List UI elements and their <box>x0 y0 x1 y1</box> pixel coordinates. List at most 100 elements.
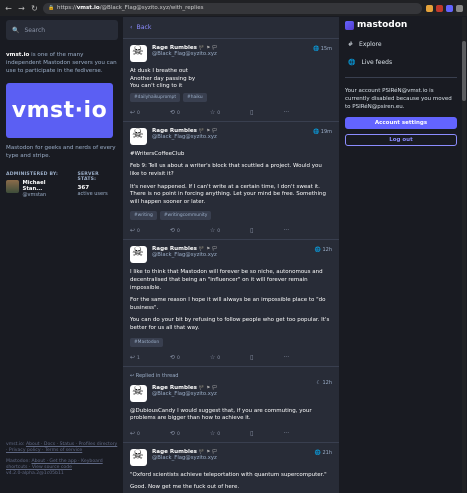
replied-in-thread[interactable]: ↩ Replied in thread <box>123 367 339 379</box>
more-icon[interactable]: ··· <box>283 354 289 361</box>
divider <box>345 77 457 78</box>
author-name[interactable]: Rage Rumbles <box>152 128 197 134</box>
search-input[interactable]: 🔍 Search <box>6 20 118 40</box>
admin-handle[interactable]: @vmstan <box>23 192 66 198</box>
author-avatar[interactable] <box>130 246 147 264</box>
status-post[interactable]: Rage Rumbles🏴 ⚑ 🏳 @Black_Flag@syzito.xyz… <box>123 379 339 443</box>
moon-icon: ☾ <box>316 379 321 386</box>
right-sidebar: mastodon # Explore 🌐 Live feeds Your acc… <box>345 17 457 493</box>
server-banner: vmst·io <box>6 83 113 138</box>
mastodon-logo[interactable]: mastodon <box>345 20 457 30</box>
status-post[interactable]: Rage Rumbles🏴 ⚑ 🏳 @Black_Flag@syzito.xyz… <box>123 122 339 241</box>
boost-button[interactable]: ⟲ 0 <box>170 354 180 361</box>
lock-icon: 🔒 <box>48 4 55 11</box>
hashtag[interactable]: #dailyhaikuprompt <box>130 92 181 102</box>
favourite-count: 0 <box>217 431 221 437</box>
favourite-button[interactable]: ☆ 0 <box>210 109 220 116</box>
admin-avatar[interactable] <box>6 180 19 193</box>
more-icon[interactable]: ··· <box>283 109 289 116</box>
url-prefix: https:// <box>57 4 77 11</box>
hashtag[interactable]: #haiku <box>183 92 207 102</box>
author-avatar[interactable] <box>130 384 147 402</box>
hashtag[interactable]: #writingcommunity <box>159 211 212 221</box>
favourite-count: 0 <box>217 229 221 235</box>
account-settings-button[interactable]: Account settings <box>345 117 457 130</box>
nav-explore[interactable]: # Explore <box>345 41 457 48</box>
extension-icon[interactable] <box>436 4 443 12</box>
reply-button[interactable]: ↩ 0 <box>130 109 140 116</box>
author-handle[interactable]: @Black_Flag@syzito.xyz <box>152 51 217 57</box>
author-handle[interactable]: @Black_Flag@syzito.xyz <box>152 455 217 461</box>
left-sidebar: 🔍 Search vmst.io is one of the many inde… <box>6 17 118 493</box>
hashtag[interactable]: #writing <box>130 211 157 221</box>
post-time[interactable]: 12h <box>322 380 332 386</box>
browser-toolbar: ← → ↻ 🔒 https://vmst.io/@Black_Flag@syzi… <box>0 0 467 16</box>
author-avatar[interactable] <box>130 448 147 466</box>
bookmark-icon[interactable]: ▯ <box>250 354 253 361</box>
post-paragraph: "Oxford scientists achieve teleportation… <box>130 471 327 478</box>
scrollbar-thumb[interactable] <box>462 41 466 101</box>
back-arrow-icon[interactable]: ← <box>4 4 13 13</box>
bot-badge-icon: 🏴 ⚑ 🏳 <box>199 385 218 391</box>
nav-live-feeds[interactable]: 🌐 Live feeds <box>345 59 457 66</box>
post-line: Another day passing by <box>130 75 196 82</box>
boost-count: 0 <box>176 355 180 361</box>
extension-icon[interactable] <box>446 4 453 12</box>
author-handle[interactable]: @Black_Flag@syzito.xyz <box>152 252 217 258</box>
post-paragraph: Good. Now get me the fuck out of here. <box>130 484 240 491</box>
boost-button[interactable]: ⟲ 0 <box>170 430 180 437</box>
post-time[interactable]: 15m <box>321 46 332 52</box>
server-about: vmst.io is one of the many independent M… <box>6 51 118 75</box>
post-content: At dusk I breathe out Another day passin… <box>130 68 332 91</box>
status-post[interactable]: Rage Rumbles🏴 ⚑ 🏳 @Black_Flag@syzito.xyz… <box>123 443 339 493</box>
stats-block: SERVER STATS: 367 active users <box>77 172 118 198</box>
footer-version: v4.2.0-alpha.2@1c05b11 <box>6 471 64 477</box>
author-name[interactable]: Rage Rumbles <box>152 385 197 391</box>
more-icon[interactable]: ··· <box>283 430 289 437</box>
address-bar[interactable]: 🔒 https://vmst.io/@Black_Flag@syzito.xyz… <box>43 2 422 14</box>
profile-timeline: ‹ Back Rage Rumbles🏴 ⚑ 🏳 @Black_Flag@syz… <box>123 17 339 493</box>
bookmark-icon[interactable]: ▯ <box>250 430 253 437</box>
boost-button[interactable]: ⟲ 0 <box>170 227 180 234</box>
post-paragraph: @DubiousCandy I would suggest that, if y… <box>130 407 312 422</box>
reload-icon[interactable]: ↻ <box>30 4 39 13</box>
more-icon[interactable]: ··· <box>283 227 289 234</box>
reply-button[interactable]: ↩ 0 <box>130 430 140 437</box>
bot-badge-icon: 🏴 ⚑ 🏳 <box>199 449 218 455</box>
bookmark-icon[interactable]: ▯ <box>250 109 253 116</box>
post-paragraph: It's never happened. If I can't write at… <box>130 183 326 205</box>
forward-arrow-icon[interactable]: → <box>17 4 26 13</box>
post-paragraph: You can do your bit by refusing to follo… <box>130 317 330 331</box>
logout-button[interactable]: Log out <box>345 134 457 147</box>
author-handle[interactable]: @Black_Flag@syzito.xyz <box>152 134 217 140</box>
hashtag[interactable]: #Mastodon <box>130 337 164 347</box>
post-content: I like to think that Mastodon will forev… <box>130 269 332 332</box>
author-name[interactable]: Rage Rumbles <box>152 449 197 455</box>
server-tagline: Mastodon for geeks and nerds of every ty… <box>6 145 116 159</box>
favourite-button[interactable]: ☆ 0 <box>210 430 220 437</box>
favourite-button[interactable]: ☆ 0 <box>210 354 220 361</box>
menu-icon[interactable] <box>456 4 463 12</box>
scrollbar[interactable] <box>462 17 466 493</box>
status-post[interactable]: Rage Rumbles🏴 ⚑ 🏳 @Black_Flag@syzito.xyz… <box>123 240 339 367</box>
post-time[interactable]: 19m <box>321 129 332 135</box>
back-button[interactable]: ‹ Back <box>123 17 339 39</box>
post-time[interactable]: 12h <box>322 247 332 253</box>
extension-icon[interactable] <box>426 4 433 12</box>
favourite-count: 0 <box>217 110 221 116</box>
admin-name[interactable]: Michael Stan... <box>23 180 66 192</box>
bookmark-icon[interactable]: ▯ <box>250 227 253 234</box>
admin-block: ADMINISTERED BY: Michael Stan... @vmstan <box>6 172 65 198</box>
status-post[interactable]: Rage Rumbles🏴 ⚑ 🏳 @Black_Flag@syzito.xyz… <box>123 39 339 122</box>
author-avatar[interactable] <box>130 127 147 145</box>
stats-heading: SERVER STATS: <box>77 172 99 182</box>
author-handle[interactable]: @Black_Flag@syzito.xyz <box>152 391 217 397</box>
search-placeholder: Search <box>24 26 46 34</box>
favourite-button[interactable]: ☆ 0 <box>210 227 220 234</box>
reply-button[interactable]: ↩ 1 <box>130 354 140 361</box>
hashtag-icon: # <box>348 41 354 48</box>
reply-button[interactable]: ↩ 0 <box>130 227 140 234</box>
author-avatar[interactable] <box>130 45 147 62</box>
boost-button[interactable]: ⟲ 0 <box>170 109 180 116</box>
post-time[interactable]: 21h <box>322 450 332 456</box>
